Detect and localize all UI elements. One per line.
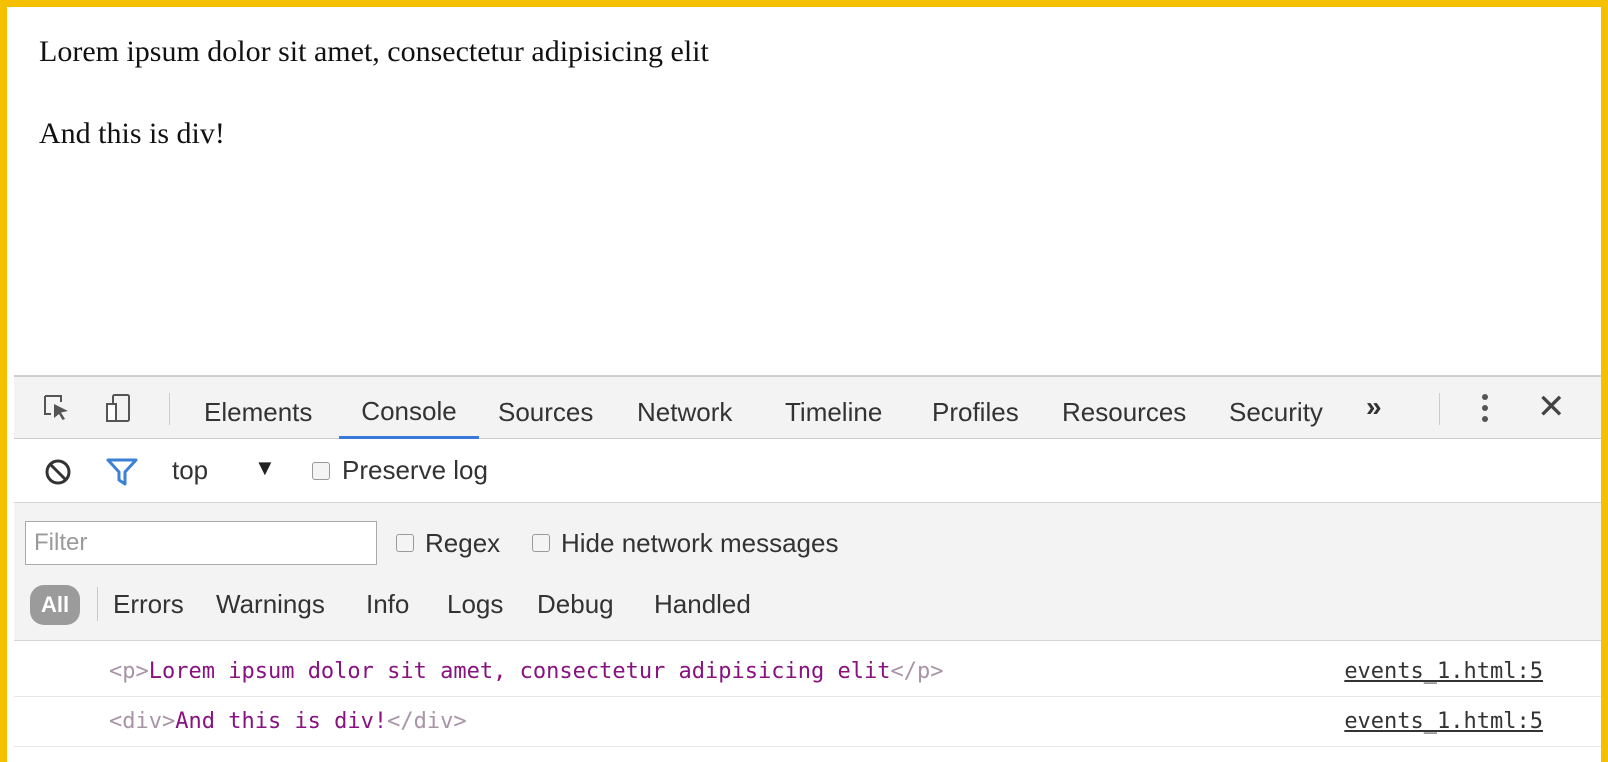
log-text: Lorem ipsum dolor sit amet, consectetur …	[148, 659, 891, 684]
tab-network[interactable]: Network	[637, 377, 732, 439]
log-open-tag: <div>	[109, 709, 176, 734]
preserve-log-label: Preserve log	[342, 455, 488, 485]
regex-label: Regex	[425, 528, 501, 558]
devtools-panel: Elements Console Sources Network Timelin…	[14, 375, 1601, 762]
device-mode-icon[interactable]	[104, 393, 134, 423]
more-tabs-icon[interactable]: »	[1366, 391, 1382, 423]
toolbar-divider	[169, 393, 170, 425]
page-div: And this is div!	[39, 117, 225, 150]
page-viewport: Lorem ipsum dolor sit amet, consectetur …	[14, 7, 1601, 375]
tab-elements[interactable]: Elements	[204, 377, 312, 439]
console-filters: Regex Hide network messages All Errors W…	[14, 503, 1601, 641]
kebab-menu-icon[interactable]	[1475, 391, 1495, 427]
tab-sources[interactable]: Sources	[498, 377, 593, 439]
console-prompt-row[interactable]	[14, 747, 1601, 762]
console-log-row[interactable]: <p>Lorem ipsum dolor sit amet, consectet…	[14, 647, 1601, 697]
tab-timeline[interactable]: Timeline	[785, 377, 882, 439]
hide-network-checkbox[interactable]	[532, 534, 550, 552]
level-warnings-button[interactable]: Warnings	[216, 589, 325, 620]
chevron-down-icon[interactable]: ▼	[254, 455, 276, 481]
console-log-row[interactable]: <div>And this is div!</div> events_1.htm…	[14, 697, 1601, 747]
log-source-link[interactable]: events_1.html:5	[1344, 659, 1543, 684]
clear-console-icon[interactable]	[43, 457, 73, 487]
log-open-tag: <p>	[109, 659, 149, 684]
devtools-tabbar: Elements Console Sources Network Timelin…	[14, 375, 1601, 439]
page-paragraph: Lorem ipsum dolor sit amet, consectetur …	[39, 35, 709, 68]
console-toolbar: top ▼ Preserve log	[14, 439, 1601, 503]
tab-profiles[interactable]: Profiles	[932, 377, 1019, 439]
level-errors-button[interactable]: Errors	[113, 589, 184, 620]
log-text: And this is div!	[175, 709, 388, 734]
level-divider	[97, 587, 98, 621]
log-message[interactable]: <div>And this is div!</div>	[109, 709, 467, 734]
tab-security[interactable]: Security	[1229, 377, 1323, 439]
level-logs-button[interactable]: Logs	[447, 589, 503, 620]
regex-checkbox[interactable]	[396, 534, 414, 552]
tab-console[interactable]: Console	[339, 377, 479, 439]
filter-input[interactable]	[25, 521, 377, 565]
toolbar-divider	[1439, 393, 1440, 425]
level-info-button[interactable]: Info	[366, 589, 409, 620]
filter-icon[interactable]	[106, 457, 138, 487]
hide-network-label: Hide network messages	[561, 528, 839, 558]
level-debug-button[interactable]: Debug	[537, 589, 614, 620]
log-close-tag: </p>	[890, 659, 944, 684]
preserve-log-checkbox[interactable]	[312, 462, 330, 480]
window-frame: Lorem ipsum dolor sit amet, consectetur …	[0, 0, 1608, 762]
close-icon[interactable]: ✕	[1537, 387, 1566, 427]
level-all-button[interactable]: All	[30, 585, 80, 625]
inspect-element-icon[interactable]	[42, 393, 72, 423]
log-close-tag: </div>	[387, 709, 467, 734]
context-selector[interactable]: top	[172, 455, 208, 486]
log-message[interactable]: <p>Lorem ipsum dolor sit amet, consectet…	[109, 659, 943, 684]
level-handled-button[interactable]: Handled	[654, 589, 751, 620]
tab-resources[interactable]: Resources	[1062, 377, 1186, 439]
log-source-link[interactable]: events_1.html:5	[1344, 709, 1543, 734]
